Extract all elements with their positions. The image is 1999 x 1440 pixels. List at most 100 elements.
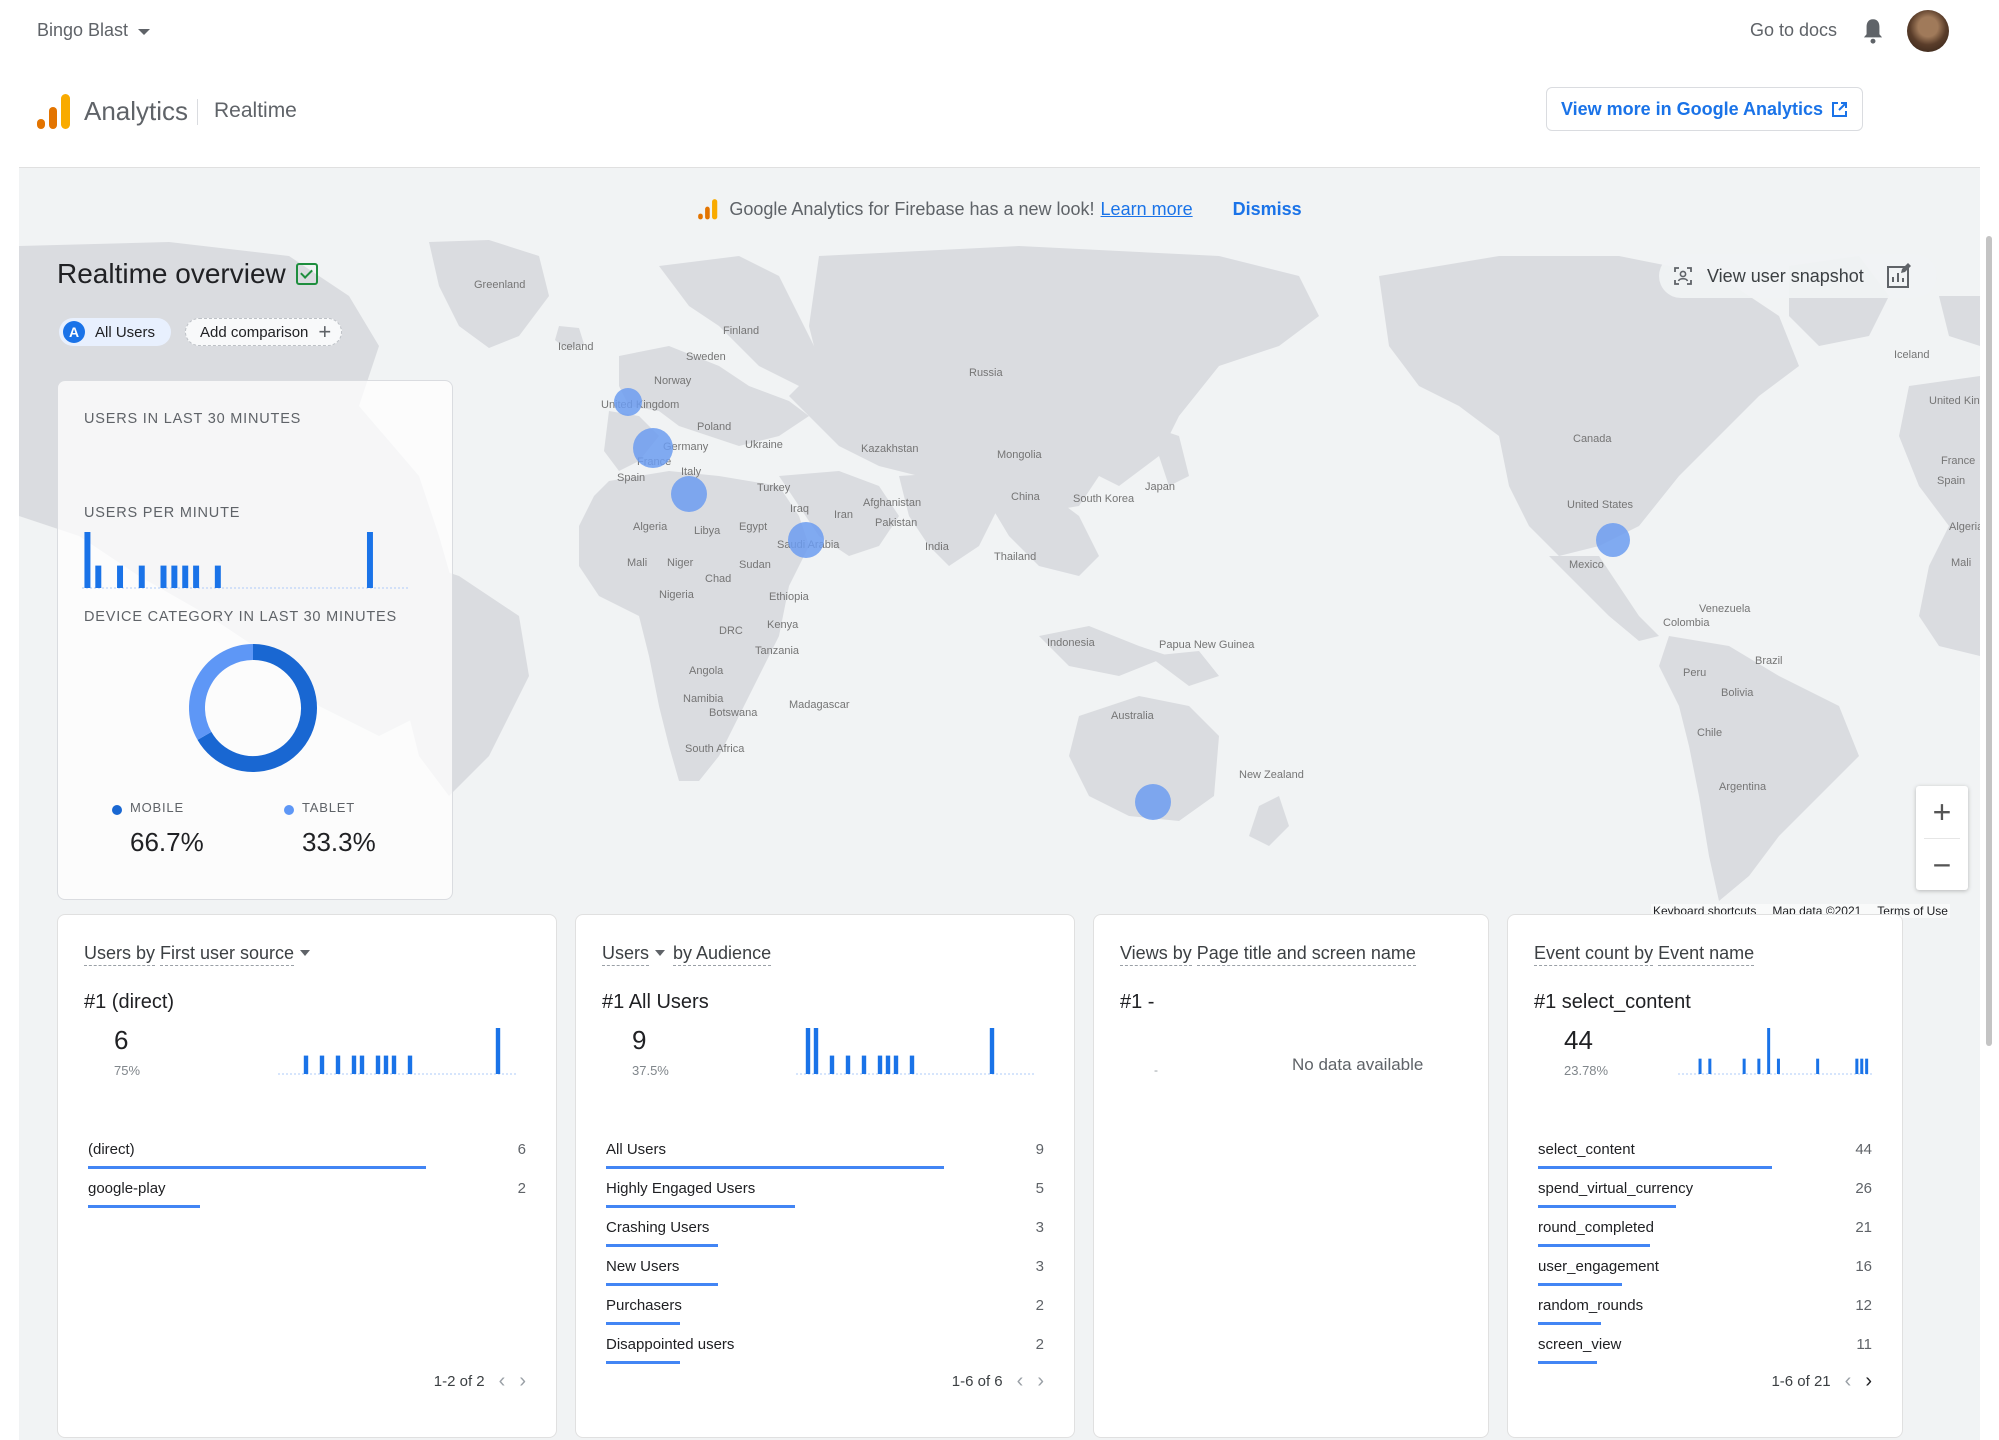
all-users-chip[interactable]: A All Users <box>59 318 172 346</box>
sparkline-bar <box>845 1055 851 1074</box>
map-label: Spain <box>1937 475 1965 487</box>
map-label: Poland <box>697 421 731 433</box>
top-item-value: 9 <box>632 1025 647 1055</box>
table-row[interactable]: google-play 2 <box>88 1180 526 1219</box>
learn-more-link[interactable]: Learn more <box>1101 199 1193 220</box>
map-label: Sudan <box>739 559 771 571</box>
row-share-bar <box>606 1244 718 1247</box>
table-row[interactable]: select_content 44 <box>1538 1141 1872 1180</box>
sparkline-bar <box>84 532 91 588</box>
zoom-out-button[interactable]: − <box>1916 839 1968 891</box>
zoom-in-button[interactable]: + <box>1916 786 1968 838</box>
card-pager: 1-6 of 21 ‹ › <box>1771 1370 1872 1393</box>
row-label: (direct) <box>88 1141 135 1158</box>
map-label: Ukraine <box>745 439 783 451</box>
top-item-label: #1 All Users <box>602 991 709 1013</box>
top-bar: Bingo Blast Go to docs <box>0 0 1999 62</box>
next-page-icon[interactable]: › <box>1037 1370 1044 1393</box>
card-dimension: First user source <box>160 943 295 966</box>
row-value: 12 <box>1855 1297 1872 1314</box>
table-row[interactable]: New Users 3 <box>606 1258 1044 1297</box>
table-row[interactable]: spend_virtual_currency 26 <box>1538 1180 1872 1219</box>
map-label: Indonesia <box>1047 637 1096 649</box>
table-row[interactable]: Crashing Users 3 <box>606 1219 1044 1258</box>
row-label: Purchasers <box>606 1297 682 1314</box>
customize-report-icon[interactable] <box>1886 263 1912 289</box>
row-value: 11 <box>1856 1336 1872 1353</box>
top-item-sparkline <box>1678 1028 1874 1075</box>
next-page-icon[interactable]: › <box>519 1370 526 1393</box>
previous-page-icon[interactable]: ‹ <box>1017 1370 1024 1393</box>
page-title: Realtime overview <box>57 258 318 290</box>
map-label: Turkey <box>757 482 791 494</box>
top-item-value: 44 <box>1564 1025 1593 1055</box>
dropdown-arrow-icon[interactable] <box>655 950 666 956</box>
view-user-snapshot-button[interactable]: View user snapshot <box>1659 254 1937 298</box>
map-label: United States <box>1567 499 1634 511</box>
device-category-donut <box>189 644 317 772</box>
card-title[interactable]: Event count by Event name <box>1534 943 1755 966</box>
card-dimension: Event name <box>1658 943 1755 966</box>
sparkline-bar <box>383 1055 389 1074</box>
add-comparison-button[interactable]: Add comparison + <box>185 318 343 346</box>
sparkline-bar <box>829 1055 835 1074</box>
row-share-bar <box>606 1205 796 1208</box>
map-label: Kazakhstan <box>861 443 918 455</box>
row-label: Highly Engaged Users <box>606 1180 756 1197</box>
sparkline-bar <box>909 1055 915 1074</box>
card-pager: 1-2 of 2 ‹ › <box>434 1370 526 1393</box>
table-row[interactable]: round_completed 21 <box>1538 1219 1872 1258</box>
row-share-bar <box>88 1205 200 1208</box>
realtime-canvas: Greenland Iceland Finland Sweden Norway … <box>19 168 1980 1440</box>
map-label: Madagascar <box>789 699 850 711</box>
project-selector[interactable]: Bingo Blast <box>37 20 151 41</box>
top-item-label: #1 - <box>1120 991 1155 1013</box>
sparkline-bar <box>117 565 124 588</box>
map-label: Libya <box>694 525 721 537</box>
sparkline-bar <box>182 565 189 588</box>
user-avatar[interactable] <box>1907 10 1949 52</box>
map-label: Brazil <box>1755 655 1783 667</box>
users-per-minute-chart <box>82 532 408 589</box>
go-to-docs-link[interactable]: Go to docs <box>1750 20 1837 41</box>
previous-page-icon[interactable]: ‹ <box>1845 1370 1852 1393</box>
table-row[interactable]: Highly Engaged Users 5 <box>606 1180 1044 1219</box>
card-title[interactable]: Views by Page title and screen name <box>1120 943 1416 966</box>
previous-page-icon[interactable]: ‹ <box>499 1370 506 1393</box>
table-row[interactable]: user_engagement 16 <box>1538 1258 1872 1297</box>
dismiss-button[interactable]: Dismiss <box>1233 199 1302 220</box>
sparkline-bar <box>495 1028 501 1074</box>
card-dimension: by Audience <box>673 943 772 966</box>
dropdown-arrow-icon[interactable] <box>300 950 311 956</box>
map-label: Bolivia <box>1721 687 1754 699</box>
row-value: 6 <box>517 1141 526 1158</box>
sparkline-bar <box>351 1055 357 1074</box>
table-row[interactable]: (direct) 6 <box>88 1141 526 1180</box>
table-row[interactable]: Purchasers 2 <box>606 1297 1044 1336</box>
map-label: Pakistan <box>875 517 917 529</box>
map-label: Venezuela <box>1699 603 1751 615</box>
notifications-bell-icon[interactable] <box>1860 16 1886 46</box>
table-row[interactable]: random_rounds 12 <box>1538 1297 1872 1336</box>
view-in-google-analytics-button[interactable]: View more in Google Analytics <box>1546 87 1863 131</box>
pager-range: 1-2 of 2 <box>433 1373 485 1390</box>
external-link-icon <box>1832 101 1848 117</box>
sparkline-bar <box>303 1055 309 1074</box>
map-label: Iceland <box>558 341 593 353</box>
sparkline-bar <box>366 532 373 588</box>
table-row[interactable]: All Users 9 <box>606 1141 1044 1180</box>
views-by-page-card: Views by Page title and screen name #1 -… <box>1093 914 1489 1438</box>
card-title[interactable]: Users by Audience <box>602 943 772 966</box>
top-item-sparkline <box>278 1028 518 1075</box>
row-label: user_engagement <box>1538 1258 1659 1275</box>
page-scrollbar[interactable] <box>1986 236 1992 1046</box>
pager-range: 1-6 of 6 <box>951 1373 1003 1390</box>
map-label: Mali <box>627 557 647 569</box>
card-title[interactable]: Users by First user source <box>84 943 318 966</box>
row-share-bar <box>1538 1361 1597 1364</box>
audience-letter-badge: A <box>63 321 85 343</box>
row-share-bar <box>1538 1244 1651 1247</box>
map-label: Afghanistan <box>863 497 921 509</box>
next-page-icon[interactable]: › <box>1865 1370 1872 1393</box>
sparkline-bar <box>1767 1028 1771 1074</box>
